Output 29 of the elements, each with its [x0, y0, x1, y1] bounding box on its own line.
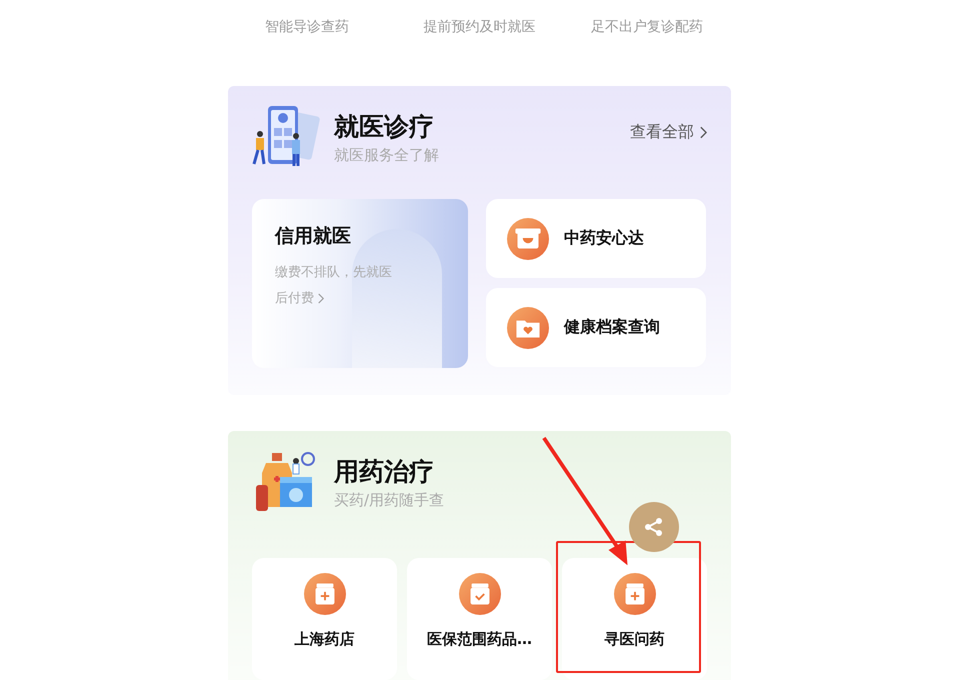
medicine-box-icon: [507, 218, 549, 260]
service-subtitle: 足不出户复诊配药: [590, 18, 704, 37]
heart-folder-icon: [507, 306, 549, 348]
check-jar-icon: [458, 573, 500, 615]
feature-title: 信用就医: [275, 224, 352, 249]
share-button[interactable]: [629, 502, 679, 552]
section-title: 用药治疗: [334, 456, 435, 488]
medicine-jar-icon: [304, 573, 346, 615]
service-label: 寻医问药: [604, 630, 664, 649]
service-tile[interactable]: 中药安心达: [486, 199, 706, 278]
service-subtitle: 智能导诊查药: [264, 18, 350, 37]
medicine-jar-icon: [614, 573, 656, 615]
service-tile[interactable]: 健康档案查询: [486, 288, 706, 367]
service-tile[interactable]: 寻医问药: [562, 558, 707, 680]
feature-description: 缴费不排队，先就医: [275, 264, 393, 281]
service-subtitle: 提前预约及时就医: [422, 18, 536, 37]
service-label: 医保范围药品…: [427, 630, 532, 649]
view-all-link[interactable]: 查看全部: [630, 122, 707, 142]
service-label: 上海药店: [294, 630, 354, 649]
service-label: 健康档案查询: [564, 317, 660, 338]
service-tile[interactable]: 医保范围药品…: [407, 558, 552, 680]
chevron-right-icon: [700, 126, 707, 138]
section-title: 就医诊疗: [334, 110, 435, 142]
service-label: 中药安心达: [564, 228, 644, 249]
chevron-right-icon: [318, 292, 324, 304]
service-tile[interactable]: 上海药店: [252, 558, 397, 680]
feature-card[interactable]: 信用就医 缴费不排队，先就医 后付费: [252, 199, 468, 368]
section-subtitle: 就医服务全了解: [334, 146, 440, 164]
section-subtitle: 买药/用药随手查: [334, 490, 446, 510]
